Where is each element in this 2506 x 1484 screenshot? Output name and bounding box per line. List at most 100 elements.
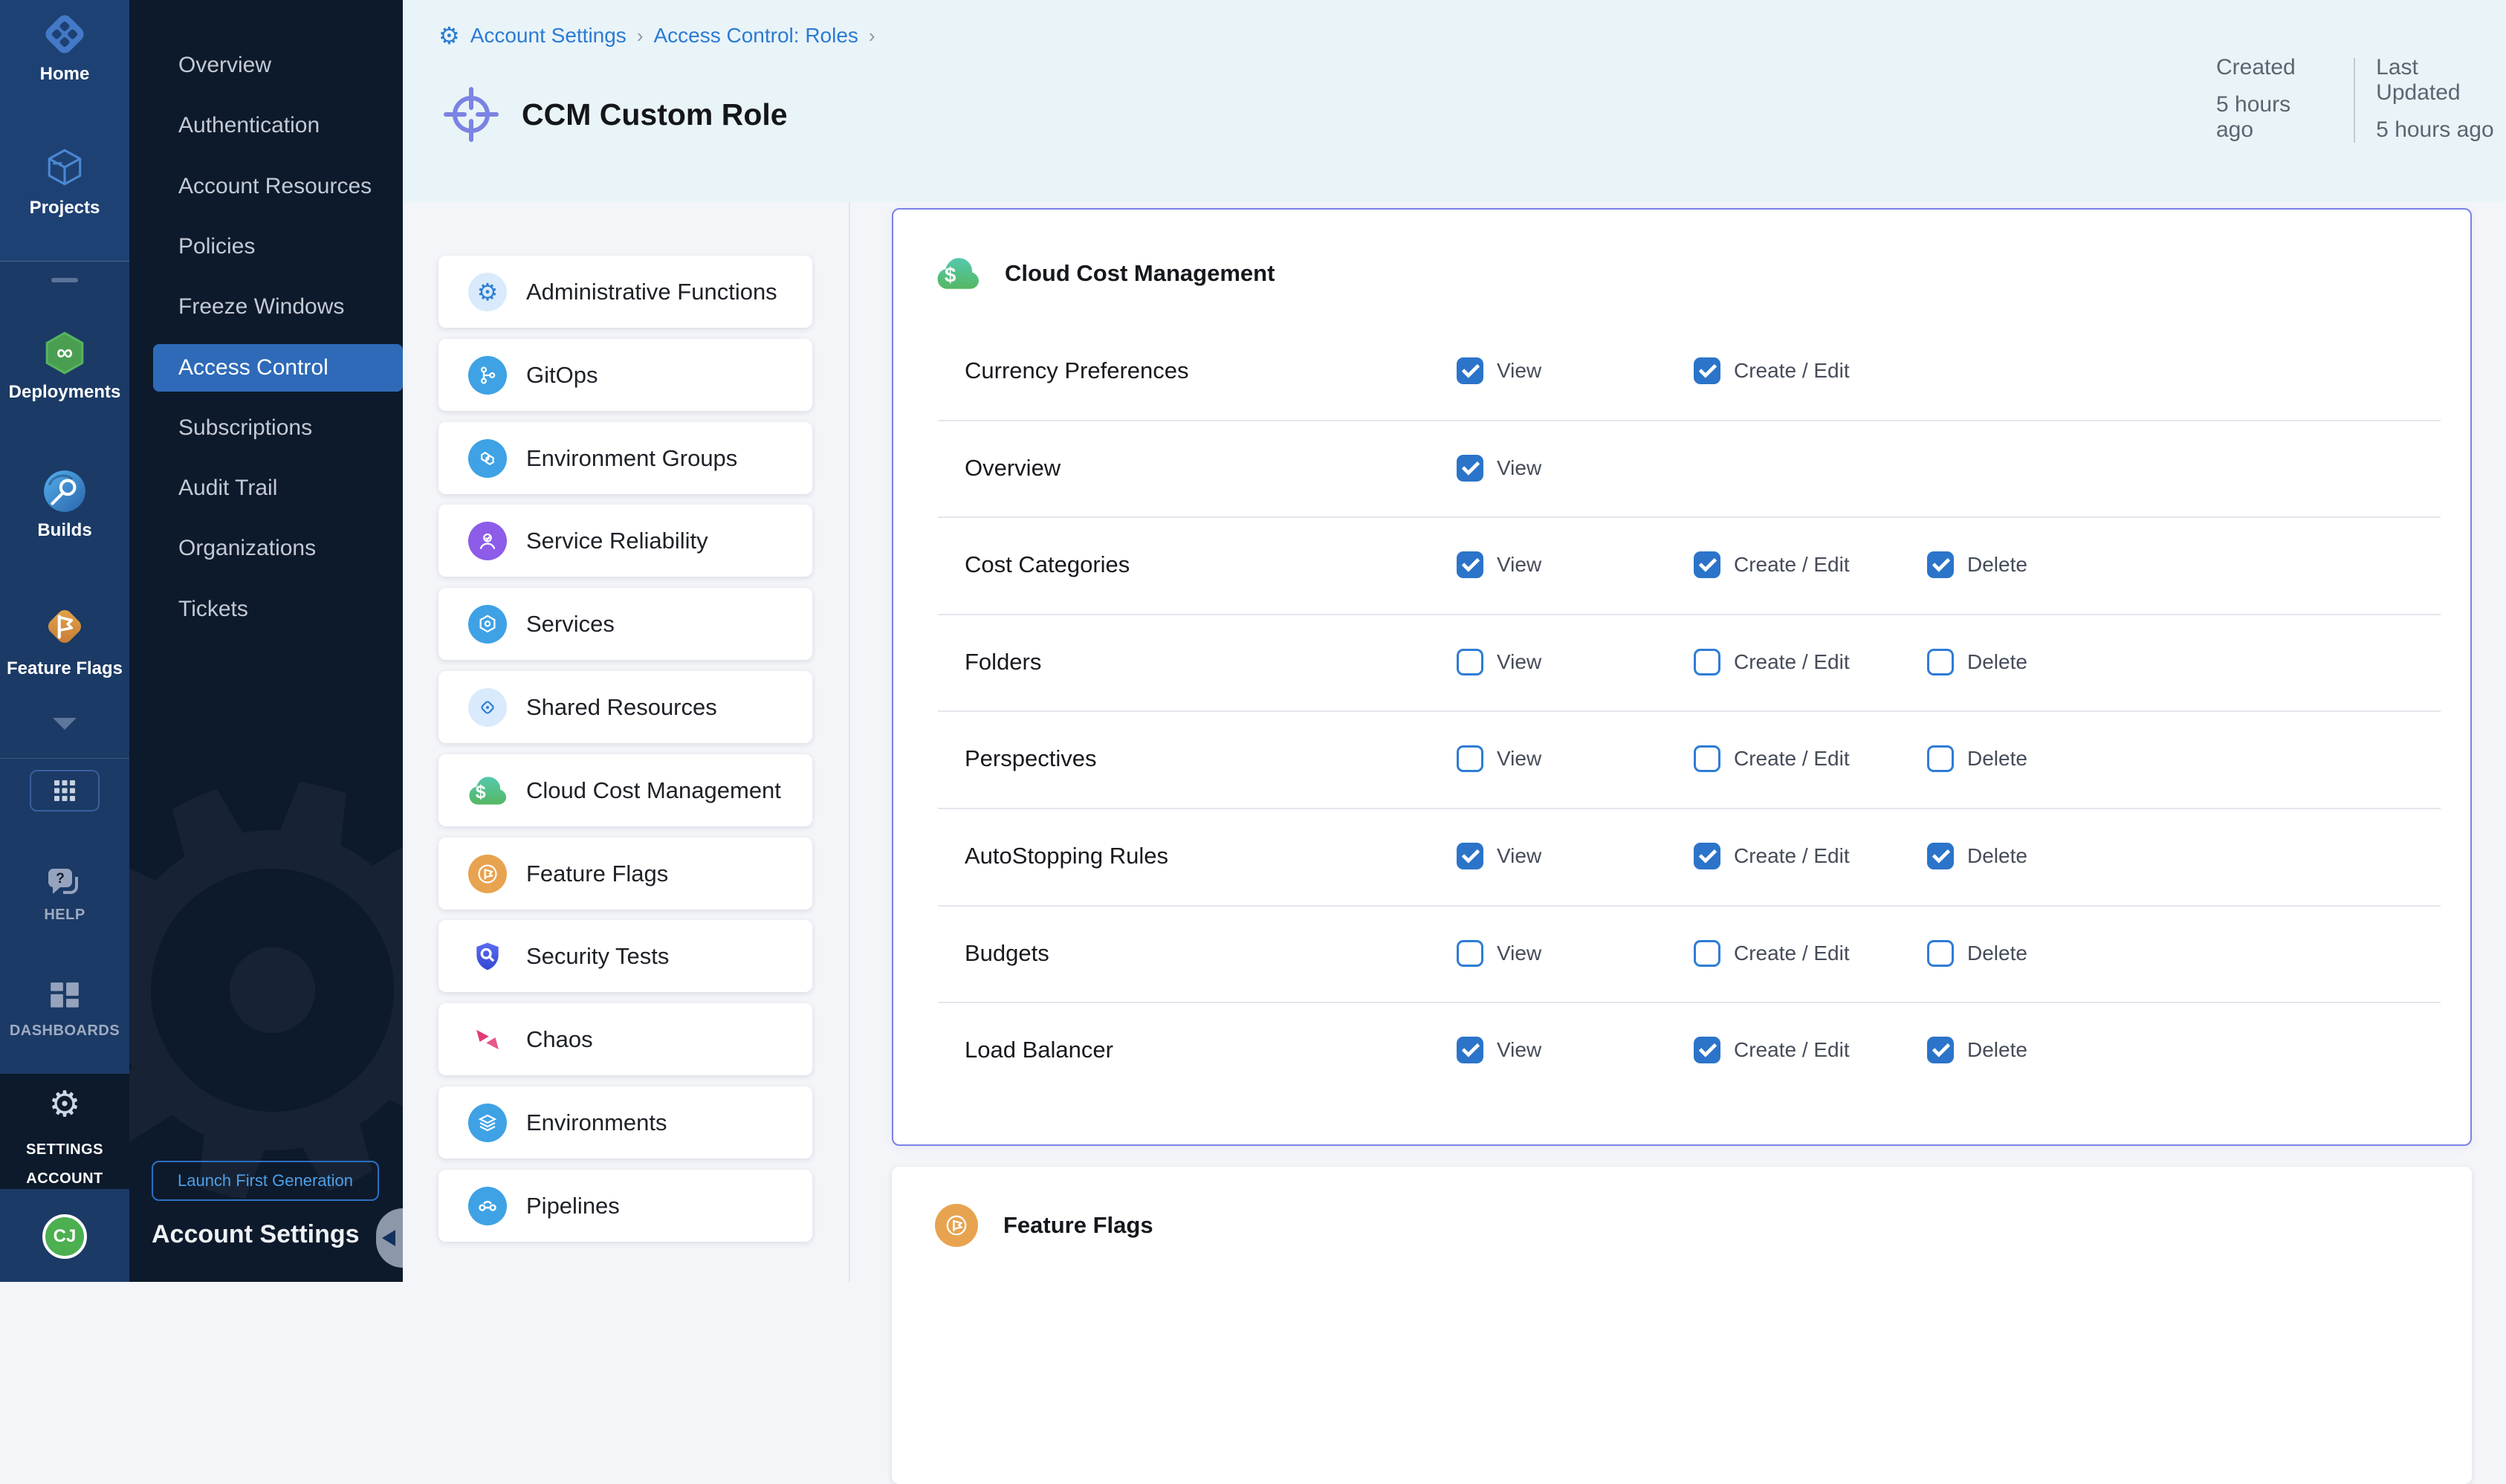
page-header: ⚙ Account Settings › Access Control: Rol…	[403, 0, 2506, 202]
role-crosshair-icon	[440, 83, 502, 146]
settings-nav-item-tickets[interactable]: Tickets	[153, 586, 403, 633]
account-settings-label-1: ACCOUNT	[0, 1170, 129, 1187]
dashboards-icon[interactable]	[0, 979, 129, 1014]
settings-nav-item-access-control[interactable]: Access Control	[153, 344, 403, 392]
account-settings-label-2: SETTINGS	[0, 1141, 129, 1159]
breadcrumb-link-roles[interactable]: Access Control: Roles	[653, 24, 858, 48]
permission-label: Delete	[1967, 844, 2027, 868]
checkbox-view[interactable]	[1457, 1037, 1483, 1063]
rail-item-projects[interactable]: Projects	[0, 198, 129, 218]
rail-item-dashboards[interactable]: DASHBOARDS	[0, 1023, 129, 1040]
settings-nav-item-audit-trail[interactable]: Audit Trail	[153, 464, 403, 512]
settings-nav-item-authentication[interactable]: Authentication	[153, 102, 403, 149]
checkbox-view[interactable]	[1457, 551, 1483, 578]
checkbox-create-edit[interactable]	[1694, 745, 1720, 772]
launch-first-generation-button[interactable]: Launch First Generation	[152, 1161, 379, 1201]
svg-text:?: ?	[56, 871, 65, 887]
help-icon[interactable]: ?	[0, 865, 129, 901]
user-avatar[interactable]: CJ	[42, 1214, 87, 1259]
category-card-cloud-cost-management[interactable]: $Cloud Cost Management	[438, 754, 812, 826]
created-value: 5 hours ago	[2216, 92, 2331, 143]
checkbox-create-edit[interactable]	[1694, 940, 1720, 967]
checkbox-view[interactable]	[1457, 745, 1483, 772]
ccm-cloud-icon: $	[468, 771, 507, 810]
checkbox-create-edit[interactable]	[1694, 843, 1720, 869]
rail-item-builds[interactable]: Builds	[0, 520, 129, 541]
breadcrumb-link-account-settings[interactable]: Account Settings	[470, 24, 626, 48]
rail-item-help[interactable]: HELP	[0, 907, 129, 924]
rail-divider	[0, 758, 129, 759]
checkbox-delete[interactable]	[1927, 940, 1954, 967]
category-card-administrative-functions[interactable]: ⚙Administrative Functions	[438, 256, 812, 328]
checkbox-view[interactable]	[1457, 649, 1483, 675]
permission-label: View	[1497, 942, 1541, 965]
settings-nav-item-account-resources[interactable]: Account Resources	[153, 163, 403, 210]
projects-icon[interactable]	[0, 146, 129, 189]
checkbox-view[interactable]	[1457, 357, 1483, 384]
settings-nav-item-overview[interactable]: Overview	[153, 42, 403, 89]
permission-row-cost-categories: Cost CategoriesViewCreate / EditDelete	[893, 516, 2470, 613]
settings-nav-item-freeze-windows[interactable]: Freeze Windows	[153, 283, 403, 331]
checkbox-delete[interactable]	[1927, 649, 1954, 675]
chevron-down-icon[interactable]	[0, 718, 129, 730]
rail-item-account-settings[interactable]: ⚙ ACCOUNT SETTINGS	[0, 1074, 129, 1189]
permission-option-view: View	[1457, 455, 1541, 482]
checkbox-view[interactable]	[1457, 455, 1483, 482]
category-card-feature-flags[interactable]: Feature Flags	[438, 837, 812, 910]
category-card-security-tests[interactable]: Security Tests	[438, 920, 812, 992]
rail-item-deployments[interactable]: Deployments	[0, 382, 129, 403]
page-title: CCM Custom Role	[522, 97, 788, 132]
category-card-gitops[interactable]: GitOps	[438, 339, 812, 411]
category-label: Pipelines	[526, 1193, 620, 1219]
checkbox-create-edit[interactable]	[1694, 649, 1720, 675]
created-label: Created	[2216, 55, 2331, 80]
category-label: Administrative Functions	[526, 279, 777, 305]
category-card-environment-groups[interactable]: Environment Groups	[438, 422, 812, 494]
settings-nav-item-subscriptions[interactable]: Subscriptions	[153, 404, 403, 452]
category-card-services[interactable]: Services	[438, 588, 812, 660]
permission-label: View	[1497, 456, 1541, 480]
permission-option-delete: Delete	[1927, 649, 2027, 675]
permission-label: Create / Edit	[1734, 650, 1850, 674]
checkbox-view[interactable]	[1457, 843, 1483, 869]
checkbox-delete[interactable]	[1927, 551, 1954, 578]
category-card-chaos[interactable]: Chaos	[438, 1003, 812, 1075]
builds-icon[interactable]	[0, 468, 129, 514]
breadcrumb-separator: ›	[869, 25, 875, 48]
sidebar-footer-title: Account Settings	[152, 1220, 360, 1249]
collapse-arrow-icon	[382, 1230, 395, 1246]
settings-nav-item-policies[interactable]: Policies	[153, 223, 403, 270]
home-icon[interactable]	[0, 10, 129, 58]
permission-option-view: View	[1457, 940, 1541, 967]
checkbox-view[interactable]	[1457, 940, 1483, 967]
permission-label: Delete	[1967, 1038, 2027, 1062]
module-grid-button[interactable]	[30, 770, 100, 811]
deployments-icon[interactable]: ∞	[0, 330, 129, 376]
checkbox-create-edit[interactable]	[1694, 357, 1720, 384]
category-label: Chaos	[526, 1026, 593, 1053]
category-card-shared-resources[interactable]: Shared Resources	[438, 671, 812, 743]
rail-item-home[interactable]: Home	[0, 64, 129, 85]
rail-item-feature-flags[interactable]: Feature Flags	[0, 658, 129, 679]
module-rail: Home Projects ∞ Deployments Builds Featu…	[0, 0, 129, 1282]
checkbox-create-edit[interactable]	[1694, 1037, 1720, 1063]
permission-option-create-edit: Create / Edit	[1694, 1037, 1850, 1063]
settings-nav-item-organizations[interactable]: Organizations	[153, 525, 403, 572]
checkbox-create-edit[interactable]	[1694, 551, 1720, 578]
category-card-service-reliability[interactable]: Service Reliability	[438, 505, 812, 577]
settings-gear-icon: ⚙	[0, 1087, 129, 1123]
feature-flags-module-icon[interactable]	[0, 603, 129, 649]
permission-row-load-balancer: Load BalancerViewCreate / EditDelete	[893, 1002, 2470, 1098]
permission-option-view: View	[1457, 551, 1541, 578]
permission-label: Create / Edit	[1734, 553, 1850, 577]
checkbox-delete[interactable]	[1927, 745, 1954, 772]
checkbox-delete[interactable]	[1927, 1037, 1954, 1063]
permission-option-view: View	[1457, 357, 1541, 384]
checkbox-delete[interactable]	[1927, 843, 1954, 869]
permission-option-delete: Delete	[1927, 940, 2027, 967]
category-card-pipelines[interactable]: Pipelines	[438, 1170, 812, 1242]
category-card-environments[interactable]: Environments	[438, 1086, 812, 1159]
column-divider	[849, 202, 850, 1282]
permission-row-folders: FoldersViewCreate / EditDelete	[893, 614, 2470, 710]
sidebar-collapse-button[interactable]	[376, 1208, 403, 1268]
